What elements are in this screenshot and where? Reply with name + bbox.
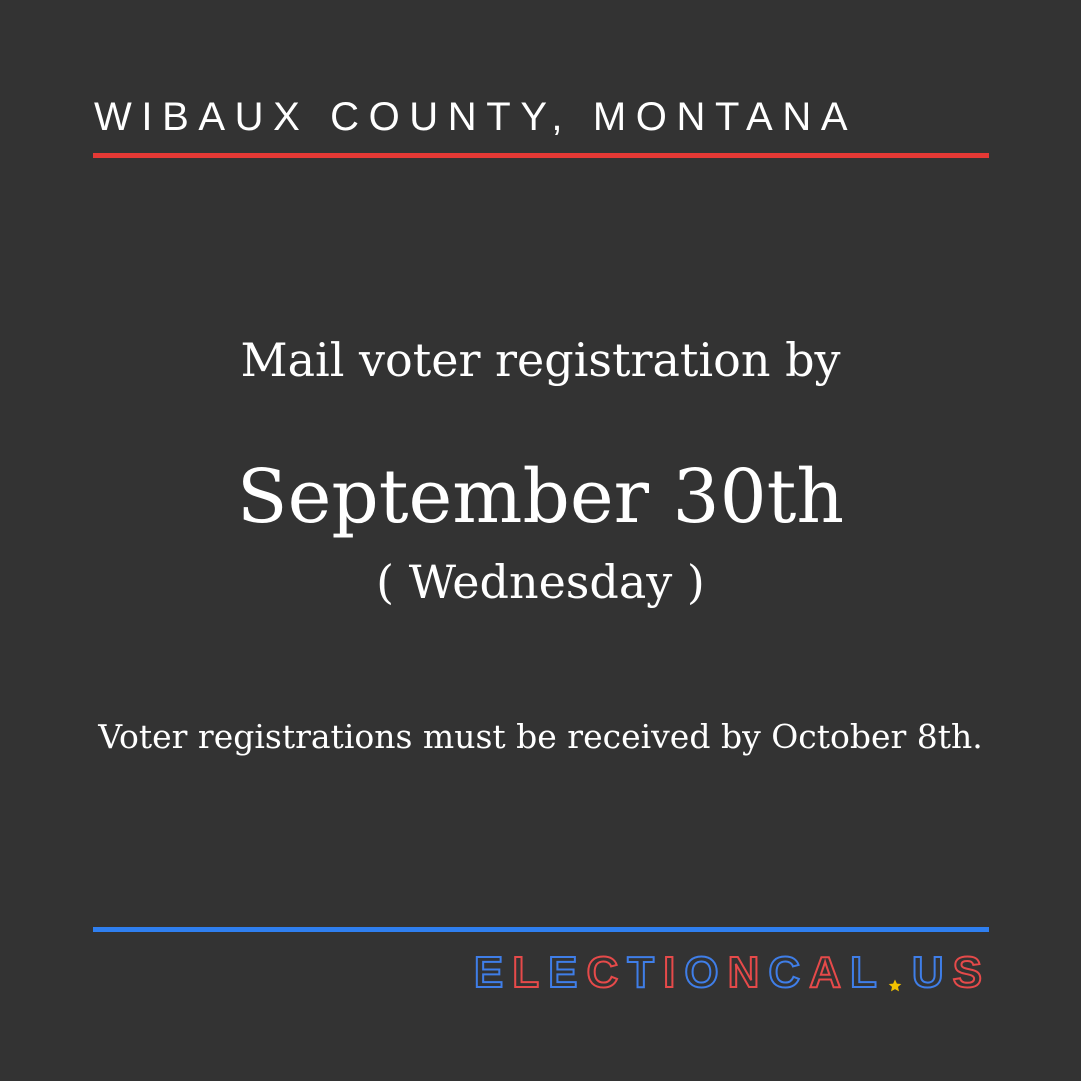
brand-letter: A <box>808 947 850 998</box>
brand-letter: L <box>849 947 886 998</box>
top-divider <box>93 153 989 158</box>
bottom-divider <box>93 927 989 932</box>
brand-letter: L <box>511 947 549 998</box>
county-title: WIBAUX COUNTY, MONTANA <box>94 95 858 139</box>
brand-letter: N <box>727 947 769 998</box>
deadline-date: September 30th <box>236 454 845 540</box>
brand-letter: T <box>626 947 664 998</box>
election-card: WIBAUX COUNTY, MONTANA Mail voter regist… <box>0 0 1081 1081</box>
star-icon <box>884 948 906 998</box>
brand-letter: O <box>683 947 728 998</box>
brand-letter: C <box>585 947 628 998</box>
registration-headline: Mail voter registration by <box>240 333 841 387</box>
brand-letter: S <box>952 947 991 998</box>
brand-letter: E <box>473 947 513 998</box>
brand-letter: I <box>662 947 685 998</box>
brand-letter: E <box>547 947 587 998</box>
brand-letter: U <box>911 947 953 998</box>
brand-letter: C <box>767 947 810 998</box>
received-note: Voter registrations must be received by … <box>98 717 983 756</box>
deadline-weekday: ( Wednesday ) <box>376 555 705 609</box>
brand-logo: E L E C T I O N C A L U S <box>396 947 991 998</box>
